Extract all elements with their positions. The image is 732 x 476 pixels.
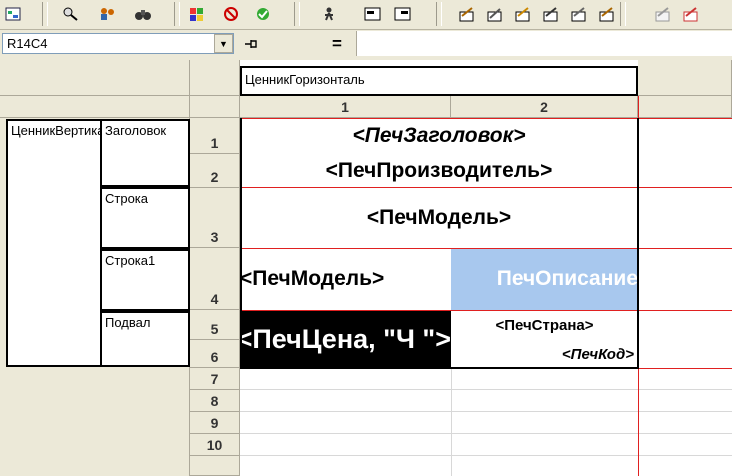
form-icon[interactable] — [362, 3, 384, 25]
cell-pech-zagolovok[interactable]: <ПечЗаголовок> — [240, 118, 638, 154]
cell-pech-model[interactable]: <ПечМодель> — [240, 188, 638, 248]
grid-line — [240, 433, 732, 434]
row-header[interactable]: 3 — [190, 188, 240, 248]
chevron-down-icon[interactable]: ▼ — [214, 34, 233, 53]
row-header[interactable]: 10 — [190, 434, 240, 456]
report-icon[interactable] — [2, 3, 24, 25]
section-boundary — [240, 248, 732, 249]
toolbar-separator — [620, 2, 626, 26]
section-boundary — [240, 187, 732, 188]
form2-icon[interactable] — [392, 3, 414, 25]
row-section-item[interactable]: Строка — [100, 187, 190, 249]
check-icon[interactable] — [252, 3, 274, 25]
edit-b-icon[interactable] — [484, 3, 506, 25]
row-section-item[interactable]: Строка1 — [100, 249, 190, 311]
cell-pech-kod[interactable]: <ПечКод> — [451, 340, 638, 368]
row-header[interactable]: 5 — [190, 310, 240, 340]
edit-h-icon[interactable] — [680, 3, 702, 25]
equals-button[interactable]: = — [322, 33, 352, 54]
users-icon[interactable] — [96, 3, 118, 25]
row-header[interactable]: 6 — [190, 340, 240, 368]
corner-cell[interactable] — [190, 96, 240, 118]
edit-d-icon[interactable] — [540, 3, 562, 25]
edit-g-icon[interactable] — [652, 3, 674, 25]
stop-icon[interactable] — [220, 3, 242, 25]
toolbar-separator — [42, 2, 48, 26]
cell-pech-cena[interactable]: <ПечЦена, "Ч "> — [240, 310, 451, 368]
section-boundary — [240, 310, 732, 311]
edit-c-icon[interactable] — [512, 3, 534, 25]
row-header[interactable]: 7 — [190, 368, 240, 390]
grid-line — [240, 455, 732, 456]
section-boundary — [240, 118, 732, 119]
toolbar-separator — [436, 2, 442, 26]
formula-input[interactable] — [356, 31, 732, 56]
edit-a-icon[interactable] — [456, 3, 478, 25]
corner-area — [0, 96, 190, 118]
grid-line — [451, 368, 452, 476]
grid-line — [240, 389, 732, 390]
row-header[interactable]: 2 — [190, 154, 240, 188]
row-section-item[interactable]: Подвал — [100, 311, 190, 367]
run-icon[interactable] — [318, 3, 340, 25]
toolbar — [0, 0, 732, 30]
cell-pech-strana[interactable]: <ПечСтрана> — [451, 310, 638, 340]
row-header[interactable]: 8 — [190, 390, 240, 412]
toolbar-separator — [294, 2, 300, 26]
cell-reference-input[interactable]: R14C4 — [2, 33, 234, 54]
find-icon[interactable] — [60, 3, 82, 25]
cell-text: <ПечЦена, "Ч "> — [240, 323, 451, 354]
palette-icon[interactable] — [186, 3, 208, 25]
cell-pech-proizvoditel[interactable]: <ПечПроизводитель> — [240, 154, 638, 188]
row-header[interactable]: 1 — [190, 118, 240, 154]
row-header[interactable]: 9 — [190, 412, 240, 434]
pin-icon[interactable] — [240, 33, 262, 54]
corner-area — [190, 60, 240, 96]
edit-e-icon[interactable] — [568, 3, 590, 25]
column-header[interactable]: 2 — [451, 96, 638, 118]
column-header[interactable] — [638, 96, 732, 118]
grid-line — [240, 411, 732, 412]
toolbar-separator — [174, 2, 180, 26]
page-boundary — [638, 96, 639, 476]
row-section-item[interactable]: Заголовок — [100, 119, 190, 187]
section-boundary — [240, 368, 732, 369]
cell-text: ПечОписание — [496, 267, 638, 290]
cell-pech-model-row4[interactable]: <ПечМодель> — [240, 248, 451, 310]
column-header[interactable]: 1 — [240, 96, 451, 118]
edit-f-icon[interactable] — [596, 3, 618, 25]
column-section-empty — [638, 60, 732, 96]
cell-pech-opisanie[interactable]: ПечОписание — [451, 248, 638, 310]
row-header[interactable]: 4 — [190, 248, 240, 310]
binoculars-icon[interactable] — [132, 3, 154, 25]
row-section-label[interactable]: ЦенникВертикаль — [6, 119, 102, 367]
corner-area — [0, 60, 190, 96]
row-header[interactable] — [190, 456, 240, 476]
column-section-label[interactable]: ЦенникГоризонталь — [240, 66, 638, 96]
